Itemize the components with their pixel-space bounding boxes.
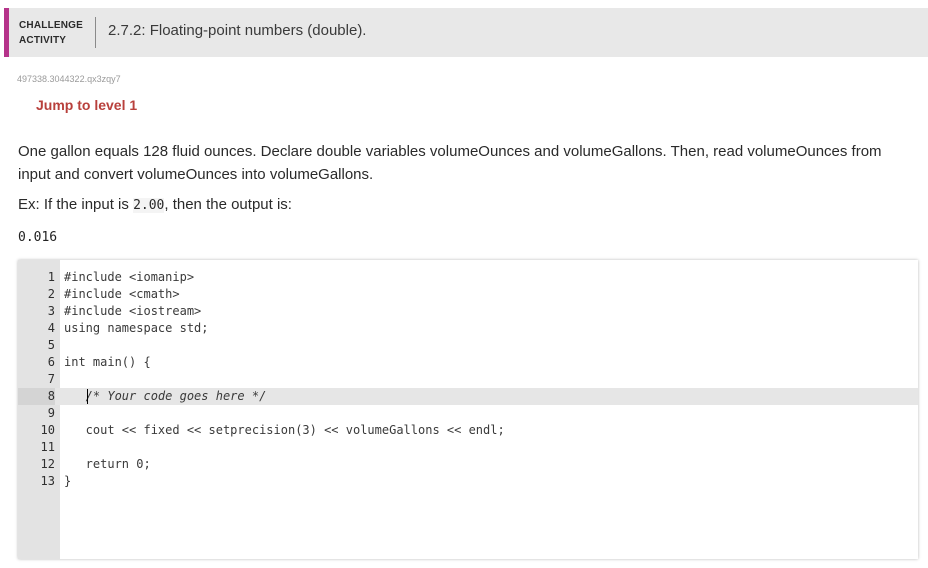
tag-line-2: ACTIVITY (19, 35, 67, 46)
code-text[interactable]: #include <iomanip> (64, 269, 194, 286)
line-number: 5 (47, 338, 55, 352)
header-divider (95, 17, 96, 48)
jump-to-level-link[interactable]: Jump to level 1 (36, 97, 137, 113)
challenge-activity-tag: CHALLENGE ACTIVITY (19, 18, 83, 48)
tag-line-1: CHALLENGE (19, 20, 84, 31)
line-number: 7 (47, 372, 55, 386)
line-number: 9 (47, 406, 55, 420)
code-line[interactable]: 4 using namespace std; (18, 320, 918, 337)
example-suffix: , then the output is: (164, 196, 292, 213)
code-text[interactable]: cout << fixed << setprecision(3) << volu… (64, 422, 505, 439)
code-line[interactable]: 1 #include <iomanip> (18, 269, 918, 286)
line-number: 3 (47, 304, 55, 318)
code-lines[interactable]: 1 #include <iomanip> 2 #include <cmath> 3 #in… (18, 269, 918, 490)
code-text[interactable]: #include <cmath> (64, 286, 180, 303)
line-number: 10 (40, 423, 55, 437)
code-line[interactable]: 8 /* Your code goes here */ (18, 388, 918, 405)
code-text[interactable]: /* Your code goes here */ (64, 388, 267, 405)
activity-title: 2.7.2: Floating-point numbers (double). (108, 22, 367, 39)
problem-description: One gallon equals 128 fluid ounces. Decl… (18, 143, 882, 183)
example-prefix: Ex: If the input is (18, 196, 134, 213)
code-text[interactable]: return 0; (64, 456, 151, 473)
code-line[interactable]: 9 (18, 405, 918, 422)
example-input: 2.00 (133, 198, 165, 213)
code-line[interactable]: 12 return 0; (18, 456, 918, 473)
code-line[interactable]: 2 #include <cmath> (18, 286, 918, 303)
line-number: 4 (47, 321, 55, 335)
example-text: Ex: If the input is 2.00, then the outpu… (18, 196, 292, 213)
line-number: 6 (47, 355, 55, 369)
line-number: 11 (40, 440, 55, 454)
line-number: 13 (40, 474, 55, 488)
code-line[interactable]: 13} (18, 473, 918, 490)
example-output: 0.016 (18, 230, 58, 245)
code-line[interactable]: 5 (18, 337, 918, 354)
code-text[interactable]: } (64, 473, 71, 490)
activity-id: 497338.3044322.qx3zqy7 (17, 74, 121, 84)
line-number: 12 (40, 457, 55, 471)
line-number: 2 (47, 287, 55, 301)
code-line[interactable]: 11 (18, 439, 918, 456)
challenge-header: CHALLENGE ACTIVITY 2.7.2: Floating-point… (4, 8, 928, 57)
header-accent-bar (4, 8, 9, 57)
code-text[interactable]: using namespace std; (64, 320, 209, 337)
code-text[interactable]: int main() { (64, 354, 151, 371)
code-line[interactable]: 7 (18, 371, 918, 388)
line-number: 1 (47, 270, 55, 284)
text-cursor (87, 389, 88, 404)
code-line[interactable]: 10 cout << fixed << setprecision(3) << v… (18, 422, 918, 439)
code-text[interactable]: #include <iostream> (64, 303, 201, 320)
code-line[interactable]: 3 #include <iostream> (18, 303, 918, 320)
code-line[interactable]: 6 int main() { (18, 354, 918, 371)
code-editor[interactable]: 1 #include <iomanip> 2 #include <cmath> 3 #in… (18, 260, 918, 559)
line-number: 8 (18, 388, 55, 405)
